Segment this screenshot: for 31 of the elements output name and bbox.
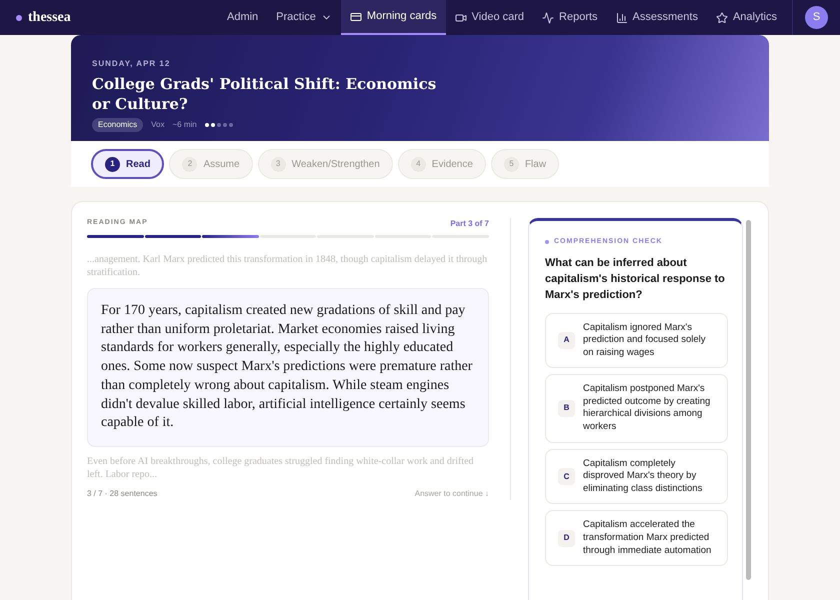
answer-option[interactable]: B Capitalism postponed Marx's predicted outcome by creating hierarchical divisions among workers xyxy=(545,374,728,443)
nav-tab[interactable]: Morning cards xyxy=(340,0,446,35)
question-text: What can be inferred about capitalism's historical response to Marx's prediction? xyxy=(545,256,726,302)
step-tab[interactable]: 1 Read xyxy=(91,149,164,179)
nav-tab[interactable]: Reports xyxy=(533,0,607,35)
nav-tab[interactable]: Assessments xyxy=(606,0,707,35)
article-title: College Grads' Political Shift: Economics or Culture? xyxy=(92,74,438,114)
pulse-line-icon xyxy=(542,12,554,24)
card-icon xyxy=(350,10,362,22)
bullet-icon xyxy=(545,240,549,244)
sentence-counter: 3 / 7 · 28 sentences xyxy=(87,488,158,500)
nav-tab[interactable]: Practice xyxy=(267,0,341,35)
video-camera-icon xyxy=(454,12,467,24)
date-label: SUNDAY, APR 12 xyxy=(92,58,172,70)
answer-option[interactable]: C Capitalism completely disproved Marx's theory by eliminating class distinctions xyxy=(545,448,728,504)
source-label: Vox xyxy=(151,119,164,131)
part-label: Part 3 of 7 xyxy=(450,218,489,230)
duration-label: ~6 min xyxy=(172,119,197,131)
passage-text: For 170 years, capitalism created new gradations of skill and pay rather than uniform proletariat. Market economies raised living standards for workers generally, especially the highly educated ones. Some now suspect Marx's predictions were premature rather than completely wrong about capitalism. While steam engines didn't devalue skilled labor, artificial intelligence certainly seems capable of it. xyxy=(101,302,474,432)
nav-tab[interactable]: Analytics xyxy=(706,0,786,35)
answer-option[interactable]: D Capitalism accelerated the transformation Marx predicted through immediate automation xyxy=(545,510,728,566)
brand-name: thessea xyxy=(28,9,71,27)
previous-passage: ...anagement. Karl Marx predicted this transformation in 1848, though capitalism delayed it through stratification. xyxy=(87,253,488,279)
nav-tab[interactable]: Video card xyxy=(446,0,534,35)
bar-chart-icon xyxy=(616,12,628,24)
category-tag: Economics xyxy=(92,118,144,132)
answer-option[interactable]: A Capitalism ignored Marx's prediction and focused solely on raising wages xyxy=(545,312,728,368)
nav-tab[interactable]: Admin xyxy=(218,0,268,35)
continue-hint: Answer to continue ↓ xyxy=(414,488,489,500)
next-passage: Even before AI breakthroughs, college graduates struggled finding white-collar work and drifted left. Labor repo... xyxy=(87,454,475,481)
star-icon xyxy=(716,12,728,24)
